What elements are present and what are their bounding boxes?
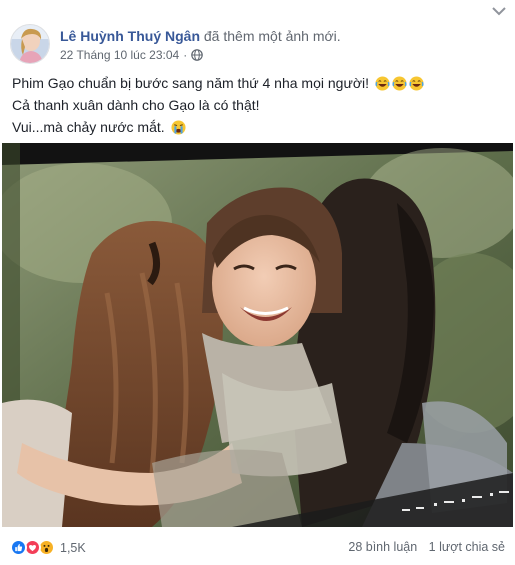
grinning-tears-emoji-icon	[375, 76, 390, 91]
chevron-down-icon[interactable]	[491, 6, 507, 16]
caption-line: Cả thanh xuân dành cho Gạo là có thật!	[12, 94, 502, 116]
caption-text: Phim Gạo chuẩn bị bước sang năm thứ 4 nh…	[12, 75, 369, 91]
post-header: Lê Huỳnh Thuý Ngân đã thêm một ảnh mới. …	[10, 24, 341, 66]
post-title-line: Lê Huỳnh Thuý Ngân đã thêm một ảnh mới.	[60, 28, 341, 45]
photo-scene	[2, 143, 513, 527]
caption-text: Cả thanh xuân dành cho Gạo là có thật!	[12, 97, 260, 113]
grinning-tears-emoji-icon	[392, 76, 407, 91]
like-icon	[10, 539, 27, 556]
reaction-count[interactable]: 1,5K	[60, 541, 86, 555]
avatar[interactable]	[10, 24, 50, 64]
globe-icon[interactable]	[191, 49, 204, 61]
shares-count[interactable]: 1 lượt chia sẻ	[429, 540, 505, 554]
post-meta: Lê Huỳnh Thuý Ngân đã thêm một ảnh mới. …	[60, 28, 341, 62]
post-footer: 1,5K 28 bình luận 1 lượt chia sẻ	[0, 530, 515, 565]
crying-emoji-icon	[171, 120, 186, 135]
post-photo[interactable]	[2, 143, 513, 527]
reactions-summary[interactable]: 1,5K	[10, 539, 86, 556]
caption-line: Vui...mà chảy nước mắt.	[12, 116, 502, 138]
post-action-text: đã thêm một ảnh mới.	[203, 28, 341, 44]
author-name[interactable]: Lê Huỳnh Thuý Ngân	[60, 28, 200, 44]
engagement-stats: 28 bình luận 1 lượt chia sẻ	[348, 540, 505, 554]
post-subtitle: 22 Tháng 10 lúc 23:04 ·	[60, 48, 341, 62]
separator-dot: ·	[183, 48, 188, 62]
facebook-post: Lê Huỳnh Thuý Ngân đã thêm một ảnh mới. …	[0, 0, 515, 565]
grinning-tears-emoji-icon	[409, 76, 424, 91]
caption-text: Vui...mà chảy nước mắt.	[12, 119, 165, 135]
post-caption: Phim Gạo chuẩn bị bước sang năm thứ 4 nh…	[12, 72, 502, 138]
caption-line: Phim Gạo chuẩn bị bước sang năm thứ 4 nh…	[12, 72, 502, 94]
comments-count[interactable]: 28 bình luận	[348, 540, 417, 554]
post-timestamp[interactable]: 22 Tháng 10 lúc 23:04	[60, 48, 179, 62]
